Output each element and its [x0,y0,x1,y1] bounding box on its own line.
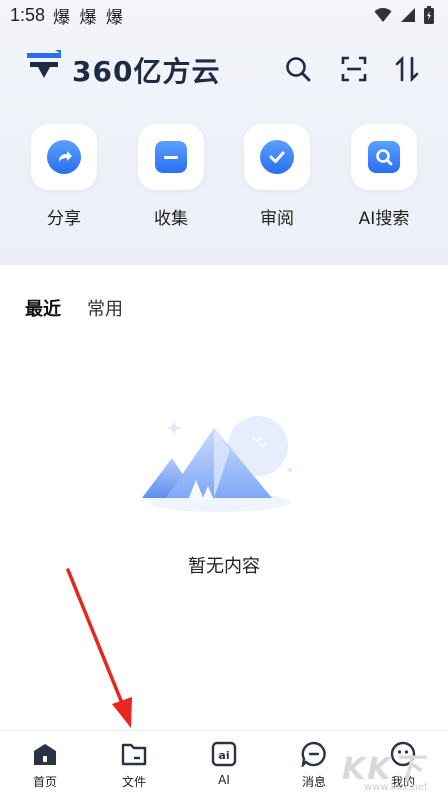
home-icon [32,741,58,767]
watermark: KK下载 www.kkx.net [324,738,444,796]
review-icon [260,140,294,174]
quick-label-share: 分享 [47,209,81,229]
nav-label-files: 文件 [121,775,146,789]
tab-recent[interactable]: 最近 [25,295,61,321]
empty-illustration [140,400,300,520]
quick-tile[interactable] [31,124,97,190]
sort-icon[interactable] [392,54,422,84]
nav-label-home: 首页 [32,775,57,789]
share-icon [47,140,81,174]
quick-label-ai-search: AI搜索 [358,209,410,229]
quick-label-collect: 收集 [154,209,188,229]
app-header: 360亿方云 [0,40,448,100]
nav-files[interactable]: 文件 [104,741,164,790]
status-time: 1:58 [10,4,46,25]
folder-icon [121,741,147,767]
collect-icon [155,141,187,173]
quick-label-review: 审阅 [260,209,294,229]
nav-ai[interactable]: ai AI [194,741,254,787]
file-tabs: 最近 常用 [25,295,123,321]
quick-tile[interactable] [351,124,417,190]
quick-tile[interactable] [244,124,310,190]
logo-text: 360亿方云 [72,55,221,88]
wifi-icon [374,7,392,28]
quick-action-ai-search[interactable]: AI搜索 [350,124,418,229]
battery-icon [424,6,434,29]
empty-state-text: 暂无内容 [188,556,260,577]
nav-home[interactable]: 首页 [15,741,75,790]
nav-label-ai: AI [218,773,230,787]
quick-action-collect[interactable]: 收集 [137,124,205,229]
tab-frequent[interactable]: 常用 [87,295,123,321]
scan-icon[interactable] [339,54,369,84]
status-notifications: 爆 爆 爆 [53,7,125,28]
quick-action-share[interactable]: 分享 [30,124,98,229]
signal-icon [400,7,416,28]
nav-label-messages: 消息 [301,775,326,789]
quick-tile[interactable] [138,124,204,190]
search-icon[interactable] [283,54,313,84]
svg-text:ai: ai [218,749,229,762]
app-logo: 360亿方云 [24,48,220,92]
ai-icon: ai [211,741,237,767]
ai-search-icon [368,141,400,173]
quick-action-review[interactable]: 审阅 [243,124,311,229]
logo-mark-icon [24,48,64,92]
status-bar: 1:58 爆 爆 爆 [0,0,448,30]
watermark-url: www.kkx.net [364,782,428,793]
